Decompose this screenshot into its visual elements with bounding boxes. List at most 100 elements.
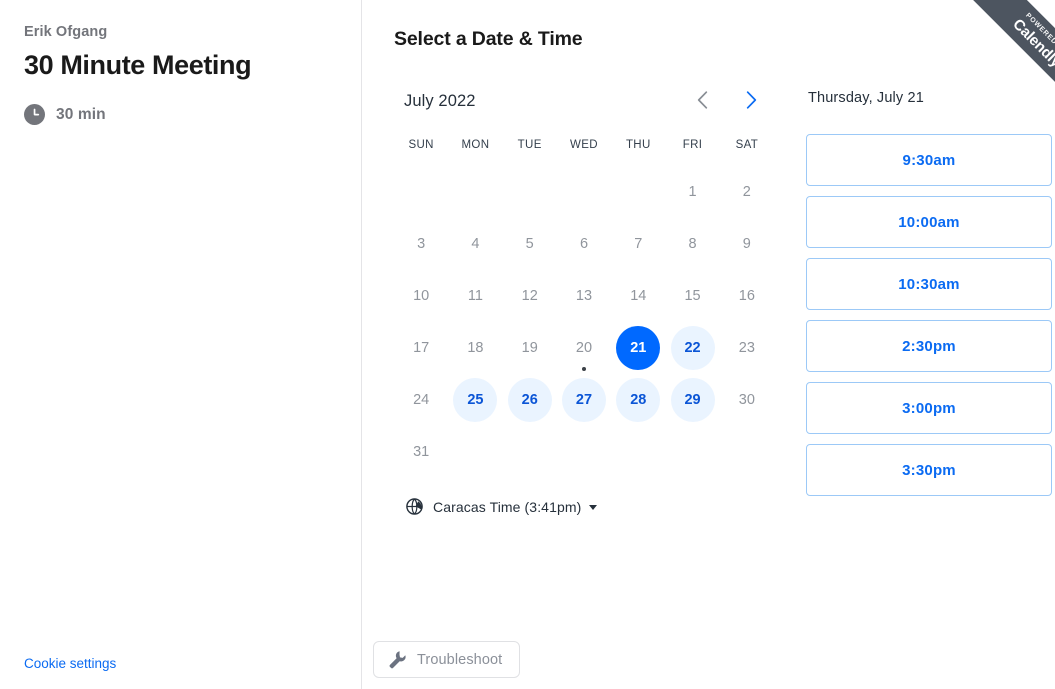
calendar-day-13: 13 bbox=[562, 274, 606, 318]
host-name: Erik Ofgang bbox=[24, 24, 108, 40]
calendar-day-cell: 29 bbox=[665, 374, 719, 426]
calendar-day-19: 19 bbox=[508, 326, 552, 370]
calendar-day-blank bbox=[448, 166, 502, 218]
calendar-days-grid: 1 2 3 4 5 6 7 8 9 10 11 12 13 14 15 16 17 18 19 20 21 22 23 24 2… bbox=[394, 166, 774, 478]
time-slots-list: 9:30am 10:00am 10:30am 2:30pm 3:00pm 3:30pm bbox=[806, 134, 1054, 496]
calendar-day-blank bbox=[394, 166, 448, 218]
weekday-label-wed: WED bbox=[570, 139, 598, 151]
chevron-left-icon bbox=[697, 90, 708, 112]
calendar-day-17: 17 bbox=[399, 326, 443, 370]
calendar-day-10: 10 bbox=[399, 274, 443, 318]
calendar-day-cell: 13 bbox=[557, 270, 611, 322]
calendar-day-22[interactable]: 22 bbox=[670, 326, 715, 370]
calendar-day-2: 2 bbox=[725, 170, 769, 214]
next-month-button[interactable] bbox=[738, 88, 764, 114]
time-slots-column: Thursday, July 21 9:30am 10:00am 10:30am 2:… bbox=[806, 88, 1054, 506]
calendar-month-label: July 2022 bbox=[404, 91, 476, 110]
calendar-day-cell: 27 bbox=[557, 374, 611, 426]
time-slot-button[interactable]: 3:30pm bbox=[806, 444, 1052, 496]
calendar-day-cell: 3 bbox=[394, 218, 448, 270]
calendar-day-cell: 17 bbox=[394, 322, 448, 374]
troubleshoot-button[interactable]: Troubleshoot bbox=[373, 641, 521, 678]
selected-date-label: Thursday, July 21 bbox=[808, 90, 924, 106]
calendar-day-1: 1 bbox=[671, 170, 715, 214]
calendar-day-cell: 7 bbox=[611, 218, 665, 270]
chevron-right-icon bbox=[746, 90, 757, 112]
calendly-booking-page: Erik Ofgang 30 Minute Meeting 30 min Coo… bbox=[0, 0, 1055, 689]
calendar-day-cell: 24 bbox=[394, 374, 448, 426]
event-details-panel: Erik Ofgang 30 Minute Meeting 30 min Coo… bbox=[0, 0, 362, 689]
weekday-label-fri: FRI bbox=[682, 139, 703, 151]
calendar-day-cell: 5 bbox=[503, 218, 557, 270]
calendar-day-6: 6 bbox=[562, 222, 606, 266]
calendar-day-cell: 11 bbox=[448, 270, 502, 322]
calendar-day-30: 30 bbox=[725, 378, 769, 422]
time-slot-button[interactable]: 10:00am bbox=[806, 196, 1052, 248]
calendar-day-cell: 8 bbox=[665, 218, 719, 270]
calendar-day-20: 20 bbox=[562, 326, 606, 370]
event-title: 30 Minute Meeting bbox=[24, 50, 252, 80]
weekday-label-thu: THU bbox=[625, 139, 651, 151]
calendar-day-cell: 26 bbox=[503, 374, 557, 426]
calendar-day-11: 11 bbox=[453, 274, 497, 318]
timezone-label: Caracas Time (3:41pm) bbox=[433, 498, 582, 515]
calendar-day-blank bbox=[503, 166, 557, 218]
calendar-day-31: 31 bbox=[399, 430, 443, 474]
time-slot-button[interactable]: 10:30am bbox=[806, 258, 1052, 310]
calendar-day-cell: 23 bbox=[720, 322, 774, 374]
calendar-day-cell: 14 bbox=[611, 270, 665, 322]
calendar-day-14: 14 bbox=[616, 274, 660, 318]
calendar-day-blank bbox=[557, 166, 611, 218]
weekday-label-mon: MON bbox=[461, 139, 490, 151]
calendar: July 2022 SUN MON TUE WED THU FRI SAT 1 … bbox=[394, 88, 774, 515]
calendar-day-cell: 19 bbox=[503, 322, 557, 374]
prev-month-button[interactable] bbox=[689, 88, 715, 114]
calendar-day-26[interactable]: 26 bbox=[507, 378, 552, 422]
calendar-day-cell: 30 bbox=[720, 374, 774, 426]
calendar-day-cell: 28 bbox=[611, 374, 665, 426]
troubleshoot-label: Troubleshoot bbox=[417, 651, 503, 668]
calendar-day-23: 23 bbox=[725, 326, 769, 370]
calendar-day-27[interactable]: 27 bbox=[561, 378, 606, 422]
calendar-day-cell: 22 bbox=[665, 322, 719, 374]
calendar-day-4: 4 bbox=[453, 222, 497, 266]
calendar-day-cell: 21 bbox=[611, 322, 665, 374]
calendar-day-cell: 15 bbox=[665, 270, 719, 322]
clock-icon bbox=[24, 104, 45, 125]
calendar-day-21[interactable]: 21 bbox=[616, 326, 661, 370]
timezone-selector[interactable]: Caracas Time (3:41pm) bbox=[406, 498, 598, 515]
calendar-day-7: 7 bbox=[616, 222, 660, 266]
time-slot-button[interactable]: 3:00pm bbox=[806, 382, 1052, 434]
weekday-label-tue: TUE bbox=[517, 139, 542, 151]
calendar-day-3: 3 bbox=[399, 222, 443, 266]
weekday-label-sat: SAT bbox=[735, 139, 759, 151]
calendar-nav bbox=[689, 88, 764, 114]
duration-label: 30 min bbox=[56, 105, 106, 123]
duration-row: 30 min bbox=[24, 104, 337, 125]
calendar-day-28[interactable]: 28 bbox=[616, 378, 661, 422]
chevron-down-icon bbox=[589, 505, 598, 510]
calendar-day-cell: 16 bbox=[720, 270, 774, 322]
page-title: Select a Date & Time bbox=[394, 28, 583, 50]
calendar-day-29[interactable]: 29 bbox=[670, 378, 715, 422]
calendar-day-cell: 12 bbox=[503, 270, 557, 322]
calendar-day-cell: 20 bbox=[557, 322, 611, 374]
time-slot-button[interactable]: 2:30pm bbox=[806, 320, 1052, 372]
calendar-day-12: 12 bbox=[508, 274, 552, 318]
calendar-day-cell: 18 bbox=[448, 322, 502, 374]
picker-row: July 2022 SUN MON TUE WED THU FRI SAT 1 … bbox=[394, 88, 1055, 515]
calendar-day-24: 24 bbox=[399, 378, 443, 422]
date-time-picker-panel: Select a Date & Time July 2022 SUN MON T… bbox=[362, 0, 1055, 689]
calendar-day-16: 16 bbox=[725, 274, 769, 318]
calendar-header: July 2022 bbox=[394, 88, 774, 114]
today-indicator-dot bbox=[581, 367, 586, 371]
calendar-day-15: 15 bbox=[671, 274, 715, 318]
calendar-day-cell: 31 bbox=[394, 426, 448, 478]
weekday-label-sun: SUN bbox=[408, 139, 434, 151]
cookie-settings-link[interactable]: Cookie settings bbox=[24, 655, 116, 673]
calendar-day-25[interactable]: 25 bbox=[453, 378, 498, 422]
time-slot-button[interactable]: 9:30am bbox=[806, 134, 1052, 186]
weekday-header-row: SUN MON TUE WED THU FRI SAT bbox=[394, 132, 774, 158]
calendar-day-cell: 4 bbox=[448, 218, 502, 270]
calendar-day-cell: 10 bbox=[394, 270, 448, 322]
